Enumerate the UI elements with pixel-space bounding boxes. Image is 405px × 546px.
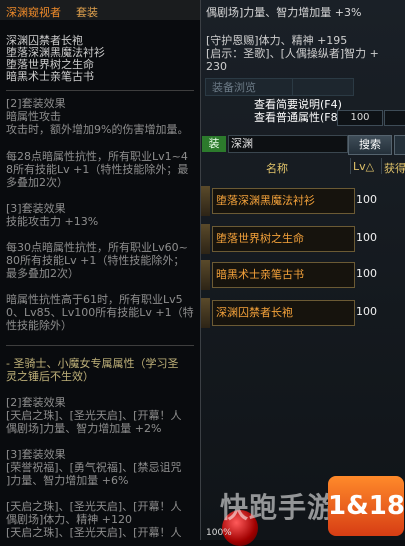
set-effect-line: 最多叠加2次） — [6, 267, 79, 280]
level-min-input[interactable]: 100 — [337, 110, 383, 126]
info-line-2: [守护恩赐]体力、精神 +195 — [206, 34, 348, 47]
set-title: 深渊窥视者 — [6, 6, 61, 19]
set-effect-header: [2]套装效果 — [6, 97, 66, 110]
table-row[interactable]: 暗黑术士亲笔古书 100 — [200, 260, 405, 290]
set-effect-line: 攻击时，额外增加9%的伤害增加量。 — [6, 123, 189, 136]
set-effect-line: 每30点暗属性抗性，所有职业Lv60~ — [6, 241, 188, 254]
column-header-level[interactable]: Lv△ — [353, 160, 374, 173]
set-effect-line: [天启之珠]、[圣光天启]、[开幕！人 — [6, 409, 182, 422]
column-separator — [350, 158, 351, 174]
column-header-obtain[interactable]: 获得 — [384, 160, 405, 176]
item-icon — [200, 298, 210, 328]
set-effect-line: 暗属性抗性高于61时，所有职业Lv5 — [6, 293, 183, 306]
set-effect-line: 暗属性攻击 — [6, 110, 61, 123]
view-simple-description-link[interactable]: 查看简要说明(F4) — [254, 98, 342, 111]
divider — [6, 90, 194, 91]
set-effect-line: 每28点暗属性抗性，所有职业Lv1~4 — [6, 150, 188, 163]
column-header-name[interactable]: 名称 — [266, 160, 288, 176]
hp-orb-percent: 100% — [206, 528, 232, 538]
column-separator — [381, 158, 382, 174]
set-effect-line: [天启之珠]、[圣光天启]、[开幕！人 — [6, 526, 182, 539]
view-normal-attributes-link[interactable]: 查看普通属性(F8) — [254, 111, 342, 124]
set-effect-line: 80所有技能Lv +1（特性技能除外； — [6, 254, 185, 267]
item-icon — [200, 186, 210, 216]
item-icon — [200, 260, 210, 290]
item-icon — [200, 224, 210, 254]
set-effect-header: [3]套装效果 — [6, 202, 66, 215]
set-effect-line: 偶剧场]体力、精神 +120 — [6, 513, 132, 526]
search-row: 装 深渊 搜索 — [202, 135, 405, 155]
info-line-4: 230 — [206, 60, 227, 73]
set-effect-line: 0、Lv85、Lv100所有技能Lv +1（特 — [6, 306, 194, 319]
exclusive-note: - 圣骑士、小魔女专属属性（学习圣 — [6, 357, 179, 370]
watermark: 快跑手游 — [220, 491, 337, 524]
set-effect-line: 多叠加2次） — [6, 176, 68, 189]
site-logo: 1&183 — [328, 476, 405, 536]
info-line-3: [启示：圣歌]、[人偶操纵者]智力 + — [206, 47, 379, 60]
search-button[interactable]: 搜索 — [348, 135, 392, 155]
set-effect-line: [荣誉祝福]、[勇气祝福]、[禁忌诅咒 — [6, 461, 182, 474]
table-row[interactable]: 深渊囚禁者长袍 100 — [200, 298, 405, 328]
level-max-input[interactable] — [384, 110, 405, 126]
table-row[interactable]: 堕落世界树之生命 100 — [200, 224, 405, 254]
set-effect-line: 技能攻击力 +13% — [6, 215, 99, 228]
info-line-1: 偶剧场]力量、智力增加量 +3% — [206, 6, 362, 19]
tab-equipment-browse[interactable]: 装备浏览 — [205, 78, 293, 96]
table-row[interactable]: 堕落深渊黑魔法衬衫 100 — [200, 186, 405, 216]
item-name: 暗黑术士亲笔古书 — [212, 262, 355, 288]
set-part: 暗黑术士亲笔古书 — [6, 70, 94, 83]
set-effect-line: [天启之珠]、[圣光天启]、[开幕！人 — [6, 500, 182, 513]
divider — [6, 345, 194, 346]
tooltip-header: 深渊窥视者 套装 — [0, 0, 200, 20]
set-effect-line: 性技能除外） — [6, 319, 72, 332]
item-level: 100 — [356, 231, 377, 244]
set-effect-line: 偶剧场]力量、智力增加量 +2% — [6, 422, 162, 435]
item-name: 堕落深渊黑魔法衬衫 — [212, 188, 355, 214]
set-effect-header: [3]套装效果 — [6, 448, 66, 461]
equipment-filter-tag[interactable]: 装 — [202, 136, 226, 152]
search-input[interactable]: 深渊 — [228, 135, 348, 153]
search-extra-button[interactable] — [394, 135, 405, 155]
item-name: 堕落世界树之生命 — [212, 226, 355, 252]
item-level: 100 — [356, 267, 377, 280]
set-tooltip: 深渊窥视者 套装 深渊囚禁者长袍 堕落深渊黑魔法衬衫 堕落世界树之生命 暗黑术士… — [0, 0, 201, 540]
item-name: 深渊囚禁者长袍 — [212, 300, 355, 326]
set-effect-header: [2]套装效果 — [6, 396, 66, 409]
set-effect-line: 8所有技能Lv +1（特性技能除外；最 — [6, 163, 189, 176]
set-type-label: 套装 — [76, 6, 98, 19]
item-level: 100 — [356, 305, 377, 318]
set-effect-line: ]力量、智力增加量 +6% — [6, 474, 129, 487]
exclusive-note: 灵之锤后不生效） — [6, 370, 94, 383]
tab-secondary[interactable] — [292, 78, 354, 96]
item-level: 100 — [356, 193, 377, 206]
